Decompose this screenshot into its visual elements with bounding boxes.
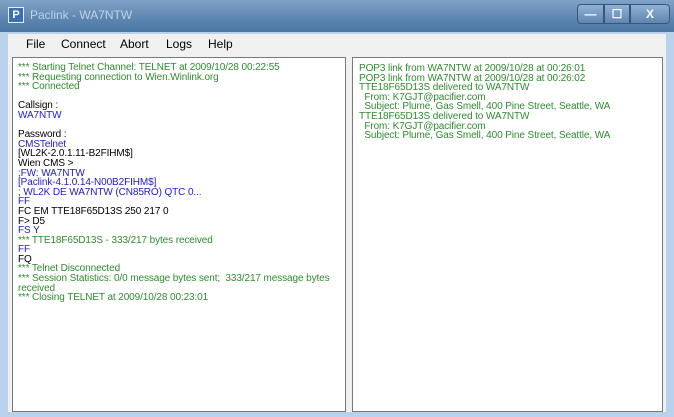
session-log-line <box>18 92 330 102</box>
maximize-button[interactable]: ☐ <box>604 4 630 24</box>
title-bar[interactable]: P Paclink - WA7NTW — ☐ X <box>0 0 674 32</box>
session-log-line: FF <box>18 244 31 256</box>
menu-bar: File Connect Abort Logs Help <box>8 34 666 56</box>
session-log-line: *** TTE18F65D13S - 333/217 bytes receive… <box>18 234 213 246</box>
message-log-line: Subject: Plume, Gas Smell, 400 Pine Stre… <box>359 130 611 142</box>
session-log-line: WA7NTW <box>18 109 62 121</box>
session-log-line: *** Closing TELNET at 2009/10/28 00:23:0… <box>18 292 209 304</box>
close-button[interactable]: X <box>630 4 670 24</box>
window-title: Paclink - WA7NTW <box>30 8 133 22</box>
session-log-line: Callsign : <box>18 100 59 112</box>
session-log-line: *** Session Statistics: 0/0 message byte… <box>18 273 330 285</box>
menu-file[interactable]: File <box>26 37 45 51</box>
menu-connect[interactable]: Connect <box>61 37 106 51</box>
session-log-line: F> D5 <box>18 215 46 227</box>
session-log-line: FC EM TTE18F65D13S 250 217 0 <box>18 205 169 217</box>
app-window: P Paclink - WA7NTW — ☐ X File Connect Ab… <box>0 0 674 417</box>
menu-logs[interactable]: Logs <box>166 37 192 51</box>
session-log-lines: *** Starting Telnet Channel: TELNET at 2… <box>18 63 330 303</box>
paclink-app-icon[interactable]: P <box>8 7 24 23</box>
message-log-pane[interactable]: POP3 link from WA7NTW at 2009/10/28 at 0… <box>352 57 663 412</box>
minimize-button[interactable]: — <box>577 4 604 24</box>
session-log-pane[interactable]: *** Starting Telnet Channel: TELNET at 2… <box>12 57 346 412</box>
session-log-line: ; WL2K DE WA7NTW (CN85RO) QTC 0... <box>18 186 202 198</box>
client-area: *** Starting Telnet Channel: TELNET at 2… <box>8 56 666 412</box>
session-log-line: *** Connected <box>18 81 80 93</box>
menu-abort[interactable]: Abort <box>120 37 149 51</box>
menu-help[interactable]: Help <box>208 37 233 51</box>
message-log-lines: POP3 link from WA7NTW at 2009/10/28 at 0… <box>359 64 610 141</box>
